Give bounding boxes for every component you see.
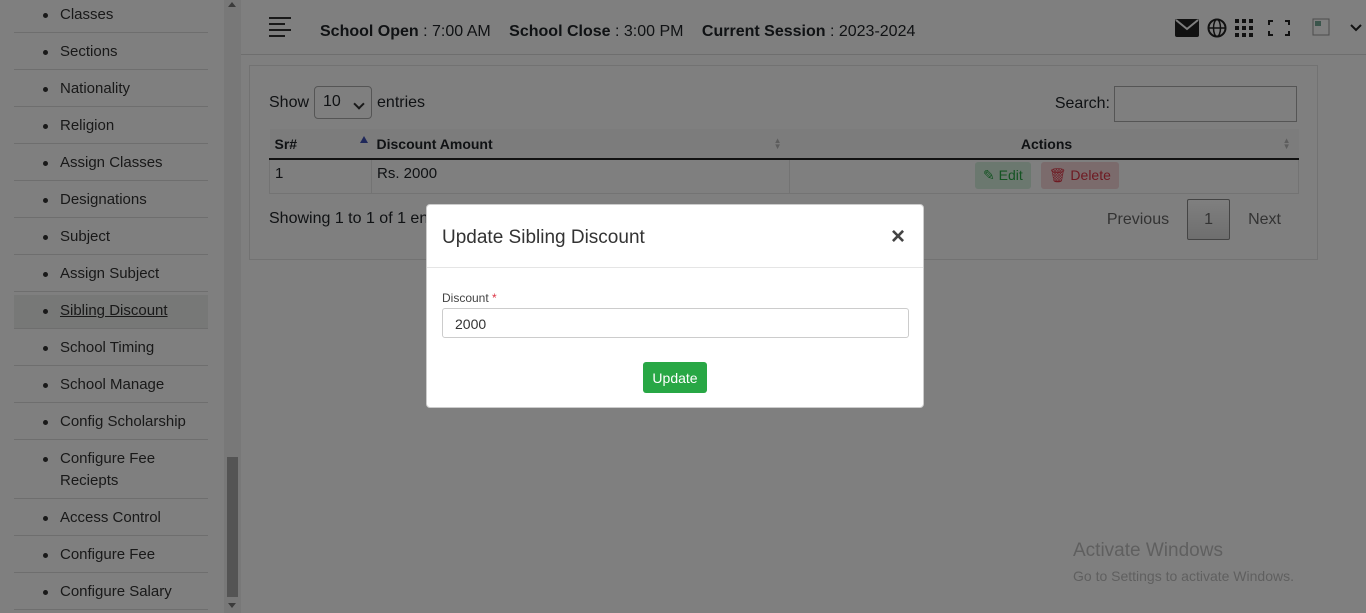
modal-title: Update Sibling Discount <box>442 227 645 248</box>
close-icon[interactable]: × <box>891 223 905 251</box>
update-button[interactable]: Update <box>643 362 707 393</box>
update-sibling-discount-modal: Update Sibling Discount × Discount * 200… <box>426 204 924 408</box>
discount-label: Discount * <box>442 291 497 305</box>
required-mark: * <box>492 291 497 305</box>
discount-input[interactable]: 2000 <box>442 308 909 338</box>
modal-header: Update Sibling Discount × <box>427 205 923 268</box>
